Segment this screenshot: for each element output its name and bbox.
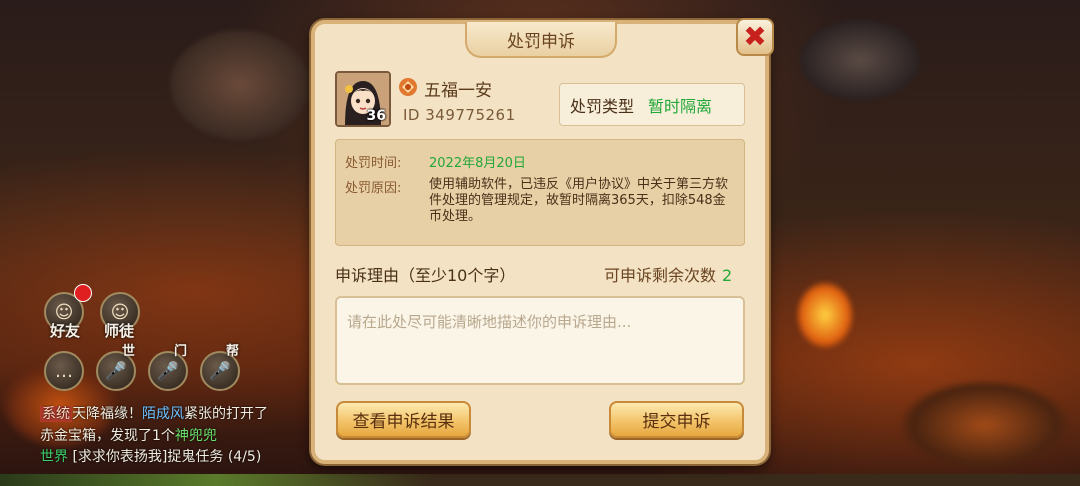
appeal-reason-input[interactable] bbox=[335, 296, 745, 385]
penalty-reason-label: 处罚原因: bbox=[345, 181, 402, 196]
penalty-type-value: 暂时隔离 bbox=[648, 96, 713, 116]
system-tag: 系统 bbox=[40, 406, 72, 422]
penalty-type-box: 处罚类型 暂时隔离 bbox=[559, 83, 745, 126]
player-id: ID 349775261 bbox=[403, 106, 516, 124]
voice-world-label: 世 bbox=[122, 344, 136, 359]
chat-line: 赤金宝箱，发现了1个神兜兜 bbox=[40, 428, 217, 444]
penalty-type-label: 处罚类型 bbox=[570, 96, 635, 116]
appeal-reason-title: 申诉理由（至少10个字） bbox=[335, 266, 516, 285]
notification-dot bbox=[74, 284, 92, 302]
friends-label: 好友 bbox=[50, 322, 81, 340]
player-link[interactable]: 陌成风 bbox=[142, 406, 184, 422]
close-icon: ✖ bbox=[743, 20, 767, 53]
mentor-label: 师徒 bbox=[104, 322, 135, 340]
rank-badge-icon bbox=[399, 78, 417, 96]
close-button[interactable]: ✖ bbox=[736, 18, 774, 56]
remaining-appeals-count: 2 bbox=[722, 266, 733, 285]
penalty-time-label: 处罚时间: bbox=[345, 156, 402, 171]
penalty-reason-value: 使用辅助软件，已违反《用户协议》中关于第三方软件处理的管理规定，故暂时隔离365… bbox=[429, 177, 729, 224]
chat-bubble-button[interactable]: … bbox=[44, 351, 84, 391]
chat-line: 世界 [求求你表扬我]捉鬼任务 (4/5) bbox=[40, 449, 262, 465]
bottom-bar bbox=[0, 474, 1080, 486]
level-badge: 36 bbox=[366, 108, 386, 124]
item-link[interactable]: 神兜兜 bbox=[175, 428, 217, 444]
dialog-title: 处罚申诉 bbox=[465, 22, 617, 58]
remaining-appeals: 可申诉剩余次数 2 bbox=[604, 262, 732, 286]
voice-sect-label: 门 bbox=[174, 344, 188, 359]
remaining-appeals-label: 可申诉剩余次数 bbox=[604, 266, 717, 285]
avatar: 36 bbox=[335, 71, 391, 127]
chat-line: 系统 天降福缘！陌成风紧张的打开了 bbox=[40, 406, 268, 422]
world-tag: 世界 bbox=[40, 449, 68, 465]
submit-appeal-button[interactable]: 提交申诉 bbox=[609, 401, 744, 438]
penalty-time-value: 2022年8月20日 bbox=[429, 156, 526, 171]
player-name: 五福一安 bbox=[424, 81, 492, 101]
voice-guild-label: 帮 bbox=[226, 344, 240, 359]
view-result-button[interactable]: 查看申诉结果 bbox=[336, 401, 471, 438]
